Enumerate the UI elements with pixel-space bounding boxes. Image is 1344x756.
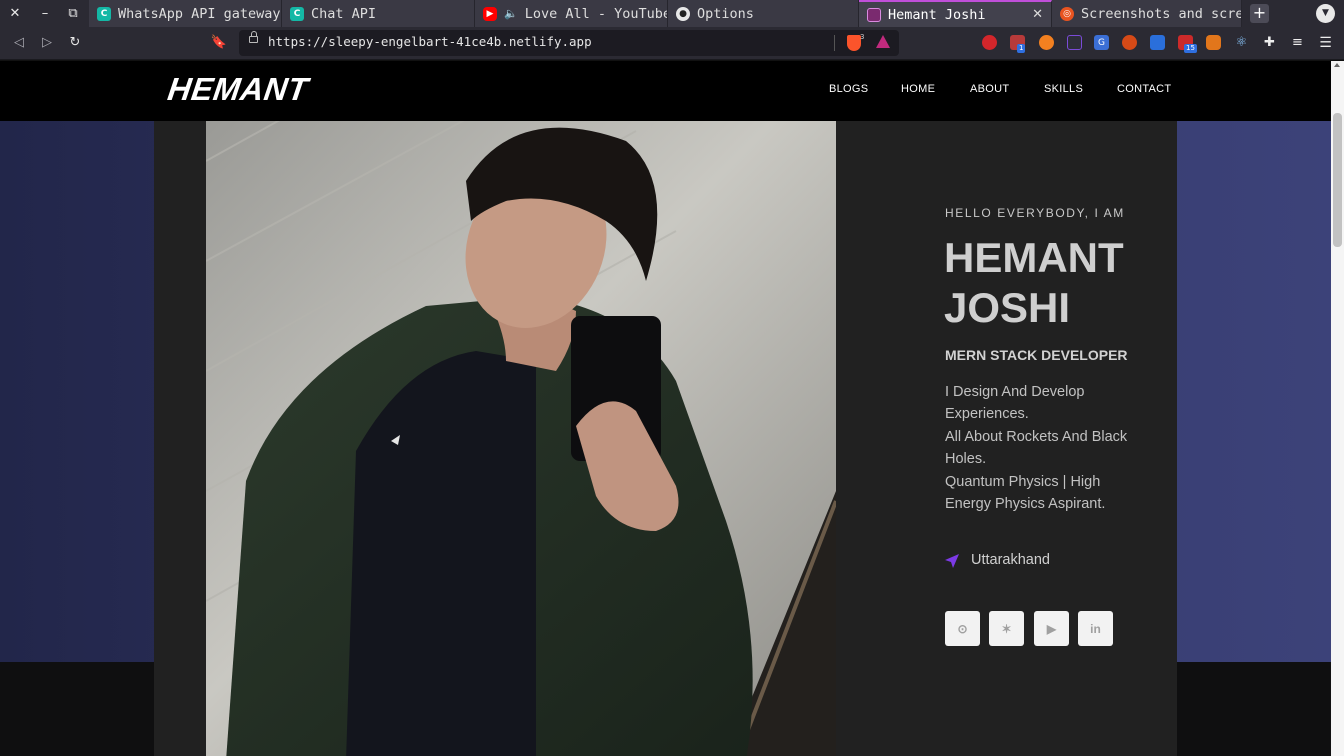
hero-role: MERN STACK DEVELOPER [945,347,1128,363]
hero-name: HEMANT JOSHI [944,233,1124,333]
extension-icon[interactable] [1150,35,1165,50]
metamask-extension-icon[interactable] [1206,35,1221,50]
bio-line: Experiences. [945,406,1029,423]
nav-link-skills[interactable]: SKILLS [1044,83,1083,95]
hero-bio: I Design And Develop Experiences. All Ab… [945,381,1145,515]
new-tab-button[interactable]: + [1250,4,1269,23]
brave-rewards-icon[interactable] [876,35,890,48]
profile-photo [206,121,836,756]
tab-label: Hemant Joshi [888,6,986,23]
close-window-icon[interactable]: ✕ [1,0,29,27]
lock-icon [249,31,258,43]
youtube-icon[interactable]: ▶ [1034,611,1069,646]
browser-tab-whatsapp-api[interactable]: C WhatsApp API gateway [89,0,282,27]
bio-line: Quantum Physics | High [945,473,1101,490]
extensions-puzzle-icon[interactable]: ✚ [1262,35,1277,50]
close-tab-icon[interactable]: ✕ [1032,7,1043,22]
nav-link-blogs[interactable]: BLOGS [829,83,868,95]
bio-line: I Design And Develop [945,384,1085,400]
translate-extension-icon[interactable]: G [1094,35,1109,50]
tab-label: WhatsApp API gateway [118,5,281,22]
extension-badge: 15 [1184,44,1197,53]
browser-tab-options[interactable]: ● Options [668,0,859,27]
bio-line: All About Rockets And Black [945,428,1128,445]
web-page: HEMANT BLOGS HOME ABOUT SKILLS CONTACT H… [0,61,1331,756]
react-devtools-icon[interactable]: ⚛ [1234,35,1249,50]
minimize-window-icon[interactable]: – [31,0,59,27]
hero-location: Uttarakhand [971,552,1050,568]
github-favicon-icon: ● [676,6,690,21]
extension-badge: 1 [1017,44,1026,53]
speaker-icon[interactable]: 🔈 [504,7,518,20]
scroll-up-arrow-icon[interactable] [1334,63,1340,67]
extension-icon[interactable] [1067,35,1082,50]
tab-list-chevron-icon[interactable]: ▼ [1316,4,1335,23]
bookmark-icon[interactable]: 🔖 [209,33,229,53]
hero-greeting: HELLO EVERYBODY, I AM [945,206,1125,220]
browser-tab-youtube[interactable]: ▶ 🔈 Love All - YouTube [475,0,668,27]
extension-icon[interactable] [1122,35,1137,50]
address-bar[interactable]: https://sleepy-engelbart-41ce4b.netlify.… [239,30,899,56]
brave-shield-icon[interactable] [847,35,861,51]
tab-label: Screenshots and screenshots [1081,5,1241,22]
location-arrow-icon [945,554,959,568]
browser-tab-bar: ✕ – ⧉ C WhatsApp API gateway C Chat API … [0,0,1344,27]
youtube-favicon-icon: ▶ [483,6,497,21]
tab-label: Chat API [311,5,377,22]
hamburger-menu-icon[interactable]: ☰ [1318,35,1333,51]
adblock-extension-icon[interactable] [982,35,997,50]
nav-link-home[interactable]: HOME [901,83,935,95]
browser-tab-chat-api[interactable]: C Chat API [282,0,475,27]
chat-api-favicon-icon: C [290,6,304,21]
url-text[interactable]: https://sleepy-engelbart-41ce4b.netlify.… [268,34,592,49]
nav-link-contact[interactable]: CONTACT [1117,83,1171,95]
hero-name-line2: JOSHI [944,284,1071,331]
back-button-icon[interactable]: ◁ [9,33,29,53]
site-logo[interactable]: HEMANT [165,71,311,108]
nav-link-about[interactable]: ABOUT [970,83,1009,95]
browser-tab-screenshots[interactable]: ◎ Screenshots and screenshots [1052,0,1242,27]
twitter-icon[interactable]: ✶ [989,611,1024,646]
ubuntu-favicon-icon: ◎ [1060,6,1074,21]
bio-line: Energy Physics Aspirant. [945,496,1106,513]
restore-window-icon[interactable]: ⧉ [59,0,87,27]
hero-name-line1: HEMANT [944,234,1124,281]
site-favicon-icon [867,7,881,22]
browser-toolbar: ◁ ▷ ↻ 🔖 https://sleepy-engelbart-41ce4b.… [0,27,1344,60]
shield-count: 3 [860,33,865,41]
playlist-icon[interactable]: ≡ [1290,35,1305,50]
bio-line: Holes. [945,451,987,468]
chat-api-favicon-icon: C [97,6,111,21]
divider [834,35,835,51]
scrollbar-thumb[interactable] [1333,113,1342,247]
site-navbar: HEMANT BLOGS HOME ABOUT SKILLS CONTACT [0,61,1331,121]
tab-label: Love All - YouTube [524,5,668,22]
forward-button-icon[interactable]: ▷ [37,33,57,53]
page-scrollbar[interactable] [1331,61,1344,756]
tab-label: Options [697,5,754,22]
reload-icon[interactable]: ↻ [65,33,85,53]
browser-tab-hemant-joshi[interactable]: Hemant Joshi ✕ [859,0,1052,27]
linkedin-icon[interactable]: in [1078,611,1113,646]
github-icon[interactable]: ⊙ [945,611,980,646]
extension-icon[interactable] [1039,35,1054,50]
